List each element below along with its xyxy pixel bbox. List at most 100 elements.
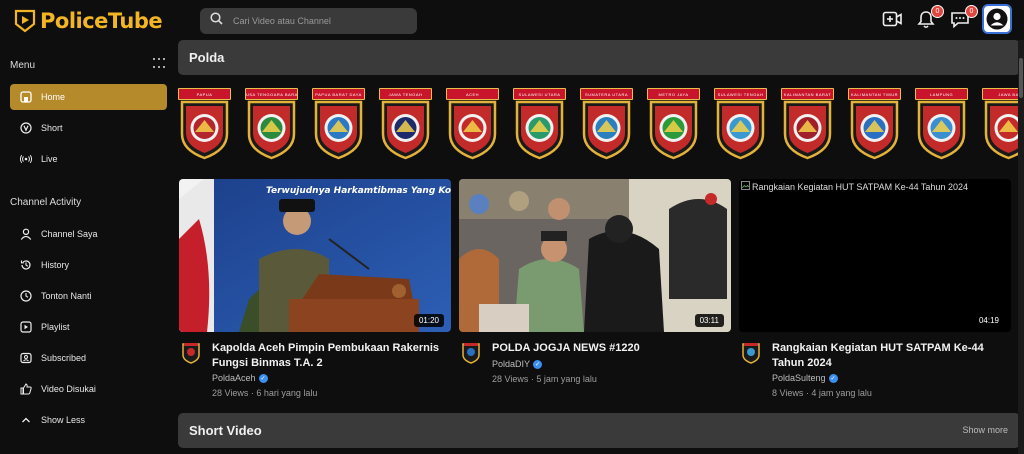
broken-image-alt: Rangkaian Kegiatan HUT SATPAM Ke-44 Tahu… — [741, 181, 968, 192]
video-title[interactable]: POLDA JOGJA NEWS #1220 — [492, 341, 732, 356]
polda-badge[interactable]: SULAWESI TENGAH — [714, 86, 767, 162]
view-count: 8 Views — [772, 388, 804, 398]
video-thumbnail[interactable]: Terwujudnya Harkamtibmas Yang Kon 01:20 — [179, 179, 451, 332]
sidebar-item-label: History — [41, 260, 70, 270]
message-count-badge: 0 — [965, 5, 978, 18]
polda-badge[interactable]: KALIMANTAN TIMUR — [848, 86, 901, 162]
sidebar-item-label: Short — [41, 123, 63, 133]
sidebar-item-label: Playlist — [41, 322, 70, 332]
avatar[interactable] — [982, 4, 1012, 34]
playlist-icon — [20, 321, 32, 333]
channel-name-row[interactable]: PoldaAceh ✓ — [212, 373, 268, 383]
channel-name[interactable]: PoldaSulteng — [772, 373, 826, 383]
search-icon[interactable] — [210, 12, 223, 30]
polda-badge[interactable]: JAWA TENGAH — [379, 86, 432, 162]
sidebar-item-live[interactable]: Live — [10, 146, 167, 172]
polda-badge[interactable]: ACEH — [446, 86, 499, 162]
polda-badge[interactable]: PAPUA BARAT DAYA — [312, 86, 365, 162]
header-actions: 0 0 — [880, 4, 1012, 34]
video-thumbnail[interactable]: 03:11 — [459, 179, 731, 332]
message-icon[interactable]: 0 — [948, 5, 978, 31]
scrollbar-thumb[interactable] — [1019, 58, 1023, 98]
notification-bell-icon[interactable]: 0 — [914, 5, 944, 31]
police-shield-icon — [716, 100, 765, 160]
view-count: 28 Views — [492, 374, 529, 384]
sidebar-item-subscribed[interactable]: Subscribed — [10, 345, 167, 371]
polda-badge[interactable]: NUSA TENGGARA BARAT — [245, 86, 298, 162]
sidebar: Menu Home Short Live Channel Activity Ch… — [0, 42, 175, 454]
logo[interactable]: PoliceTube — [14, 9, 163, 33]
polda-badge-label: KALIMANTAN BARAT — [781, 88, 834, 100]
police-shield-icon — [381, 100, 430, 160]
verified-icon: ✓ — [258, 373, 268, 383]
polda-badge[interactable]: JAWA BA — [982, 86, 1020, 162]
search-input[interactable] — [233, 16, 403, 26]
polda-badge-label: ACEH — [446, 88, 499, 100]
show-more-link[interactable]: Show more — [962, 425, 1008, 435]
police-shield-icon — [783, 100, 832, 160]
grid-menu-icon[interactable] — [153, 58, 167, 72]
video-meta: 28 Views · 5 jam yang lalu — [492, 374, 597, 384]
channel-name-row[interactable]: PoldaDIY ✓ — [492, 359, 543, 369]
polda-badge[interactable]: PAPUA — [178, 86, 231, 162]
polda-badge-row: PAPUA NUSA TENGGARA BARAT PAPUA BARAT DAYA… — [178, 86, 1020, 164]
live-icon — [20, 153, 32, 165]
sidebar-item-label: Show Less — [41, 415, 86, 425]
polda-badge[interactable]: LAMPUNG — [915, 86, 968, 162]
polda-badge[interactable]: KALIMANTAN BARAT — [781, 86, 834, 162]
channel-name-row[interactable]: PoldaSulteng ✓ — [772, 373, 838, 383]
user-icon — [20, 228, 32, 240]
upload-video-icon[interactable] — [880, 7, 904, 31]
duration-badge: 04:19 — [973, 314, 1004, 327]
page-scrollbar[interactable] — [1018, 40, 1024, 454]
polda-badge-label: JAWA TENGAH — [379, 88, 432, 100]
polda-badge[interactable]: SULAWESI UTARA — [513, 86, 566, 162]
upload-age: 6 hari yang lalu — [256, 388, 318, 398]
polda-badge-label: PAPUA — [178, 88, 231, 100]
polda-badge[interactable]: METRO JAYA — [647, 86, 700, 162]
channel-name[interactable]: PoldaDIY — [492, 359, 530, 369]
chevron-up-icon — [20, 414, 32, 426]
police-shield-icon — [515, 100, 564, 160]
sidebar-item-video-disukai[interactable]: Video Disukai — [10, 376, 167, 402]
verified-icon: ✓ — [828, 373, 838, 383]
police-shield-icon — [649, 100, 698, 160]
thumbnail-caption: Terwujudnya Harkamtibmas Yang Kon — [266, 186, 451, 196]
sidebar-item-label: Home — [41, 92, 66, 102]
sidebar-item-tonton-nanti[interactable]: Tonton Nanti — [10, 283, 167, 309]
channel-logo[interactable] — [462, 342, 480, 364]
history-icon — [20, 259, 32, 271]
polda-badge-label: SULAWESI TENGAH — [714, 88, 767, 100]
video-title[interactable]: Kapolda Aceh Pimpin Pembukaan Rakernis F… — [212, 341, 452, 371]
sidebar-item-home[interactable]: Home — [10, 84, 167, 110]
duration-badge: 03:11 — [694, 314, 724, 327]
polda-badge[interactable]: SUMATERA UTARA — [580, 86, 633, 162]
polda-badge-label: KALIMANTAN TIMUR — [848, 88, 901, 100]
police-shield-icon — [984, 100, 1020, 160]
home-icon — [20, 91, 32, 103]
video-title[interactable]: Rangkaian Kegiatan HUT SATPAM Ke-44 Tahu… — [772, 341, 1012, 371]
police-shield-icon — [448, 100, 497, 160]
police-shield-icon — [850, 100, 899, 160]
search-bar[interactable] — [200, 8, 417, 34]
sidebar-item-playlist[interactable]: Playlist — [10, 314, 167, 340]
polda-badge-label: PAPUA BARAT DAYA — [312, 88, 365, 100]
channel-logo[interactable] — [742, 342, 760, 364]
sidebar-item-show-less[interactable]: Show Less — [10, 407, 167, 433]
sidebar-item-history[interactable]: History — [10, 252, 167, 278]
broken-image-icon — [741, 181, 750, 192]
police-shield-icon — [314, 100, 363, 160]
channel-logo[interactable] — [182, 342, 200, 364]
upload-age: 4 jam yang lalu — [811, 388, 872, 398]
verified-icon: ✓ — [533, 359, 543, 369]
view-count: 28 Views — [212, 388, 249, 398]
police-shield-icon — [247, 100, 296, 160]
channel-name[interactable]: PoldaAceh — [212, 373, 256, 383]
police-shield-icon — [180, 100, 229, 160]
video-thumbnail[interactable]: Rangkaian Kegiatan HUT SATPAM Ke-44 Tahu… — [739, 179, 1011, 332]
logo-text: PoliceTube — [40, 9, 163, 33]
subscribed-icon — [20, 352, 32, 364]
sidebar-item-short[interactable]: Short — [10, 115, 167, 141]
sidebar-item-channel-saya[interactable]: Channel Saya — [10, 221, 167, 247]
section-title: Polda — [189, 50, 225, 65]
